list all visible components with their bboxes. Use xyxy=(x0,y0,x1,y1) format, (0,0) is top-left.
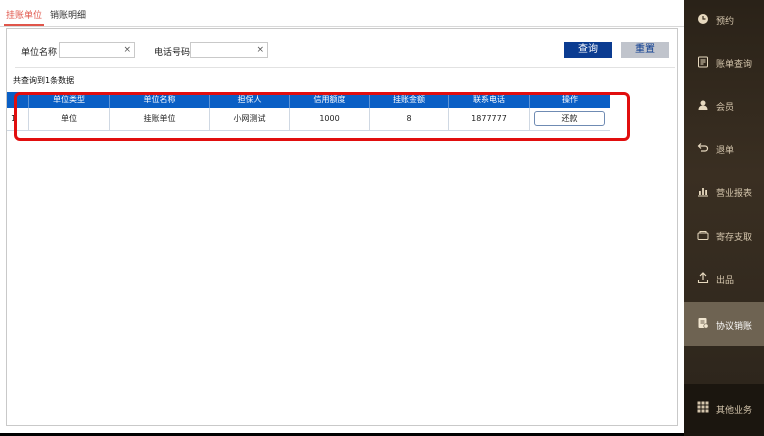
clock-icon xyxy=(698,14,708,24)
cell-unit-type: 单位 xyxy=(29,108,110,130)
phone-label: 电话号码 xyxy=(154,48,191,58)
output-icon xyxy=(697,272,709,284)
header-cell: 挂账金额 xyxy=(370,92,449,108)
search-divider xyxy=(15,67,675,68)
sidebar-item-bill-query[interactable]: 账单查询 xyxy=(684,43,764,83)
row-index: 1 xyxy=(7,108,29,130)
sidebar-item-storage-withdraw[interactable]: 寄存支取 xyxy=(684,216,764,256)
phone-field: × xyxy=(190,42,268,58)
sidebar-item-other-business[interactable]: 其他业务 xyxy=(684,384,764,436)
cell-credit-limit: 1000 xyxy=(290,108,370,130)
header-cell: 担保人 xyxy=(210,92,290,108)
header-cell: 操作 xyxy=(562,95,578,104)
cell-guarantor: 小网测试 xyxy=(210,108,290,130)
sidebar-item-label: 协议销账 xyxy=(716,322,753,332)
bill-icon xyxy=(698,56,708,68)
result-count: 共查询到1条数据 xyxy=(13,76,75,85)
tab-writeoff-details[interactable]: 销账明细 xyxy=(50,8,86,21)
tab-credit-units[interactable]: 挂账单位 xyxy=(6,8,42,21)
sidebar-item-booking[interactable]: 预约 xyxy=(684,0,764,40)
tab-bar: 挂账单位 销账明细 xyxy=(0,0,684,27)
main-content: 挂账单位 销账明细 单位名称 × 电话号码 × 查询 重置 共查询到1条数据 单… xyxy=(0,0,684,433)
sidebar-item-agreement-writeoff[interactable]: 协议销账 xyxy=(684,302,764,346)
cell-phone: 1877777 xyxy=(449,108,530,130)
search-button[interactable]: 查询 xyxy=(564,42,612,58)
sidebar-item-label: 营业报表 xyxy=(716,189,753,199)
report-icon xyxy=(698,188,708,197)
app-window: 挂账单位 销账明细 单位名称 × 电话号码 × 查询 重置 共查询到1条数据 单… xyxy=(0,0,764,436)
storage-icon xyxy=(697,231,709,240)
unit-name-field: × xyxy=(59,42,135,58)
cell-unit-name: 挂账单位 xyxy=(110,108,210,130)
sidebar-item-label: 出品 xyxy=(716,276,735,286)
sidebar-item-refund[interactable]: 退单 xyxy=(684,129,764,169)
header-cell: 单位名称 xyxy=(110,92,210,108)
header-cell: 联系电话 xyxy=(449,92,530,108)
phone-input[interactable] xyxy=(191,43,259,57)
sidebar: 预约 账单查询 会员 退单 营业报表 寄存支取 出品 协议销账 其他业务 xyxy=(684,0,764,436)
sidebar-item-label: 退单 xyxy=(716,146,735,156)
sidebar-item-label: 会员 xyxy=(716,103,735,113)
cell-action: 还款 xyxy=(530,108,610,130)
repay-button[interactable]: 还款 xyxy=(534,111,605,126)
unit-name-input[interactable] xyxy=(60,43,126,57)
agreement-icon xyxy=(698,318,709,329)
clear-phone-icon[interactable]: × xyxy=(256,44,264,56)
header-cell: 单位类型 xyxy=(29,92,110,108)
grid-icon xyxy=(697,401,709,413)
refund-icon xyxy=(697,143,709,152)
cell-credit-amount: 8 xyxy=(370,108,449,130)
content-panel: 单位名称 × 电话号码 × 查询 重置 共查询到1条数据 单位类型 单位名称 担… xyxy=(6,28,678,426)
table-row: 1 单位 挂账单位 小网测试 1000 8 1877777 还款 xyxy=(7,108,610,131)
table-header: 单位类型 单位名称 担保人 信用额度 挂账金额 联系电话 操作 xyxy=(7,92,610,108)
header-index xyxy=(7,92,29,108)
sidebar-item-label: 预约 xyxy=(716,17,735,27)
unit-name-label: 单位名称 xyxy=(21,48,58,58)
sidebar-item-output[interactable]: 出品 xyxy=(684,259,764,299)
sidebar-item-label: 账单查询 xyxy=(716,60,753,70)
sidebar-item-label: 其他业务 xyxy=(716,406,753,416)
member-icon xyxy=(698,100,708,110)
active-tab-indicator xyxy=(4,24,44,26)
sidebar-item-member[interactable]: 会员 xyxy=(684,86,764,126)
clear-unit-name-icon[interactable]: × xyxy=(123,44,131,56)
sidebar-item-business-report[interactable]: 营业报表 xyxy=(684,172,764,212)
header-cell: 信用额度 xyxy=(290,92,370,108)
sidebar-item-label: 寄存支取 xyxy=(716,233,753,243)
reset-button[interactable]: 重置 xyxy=(621,42,669,58)
